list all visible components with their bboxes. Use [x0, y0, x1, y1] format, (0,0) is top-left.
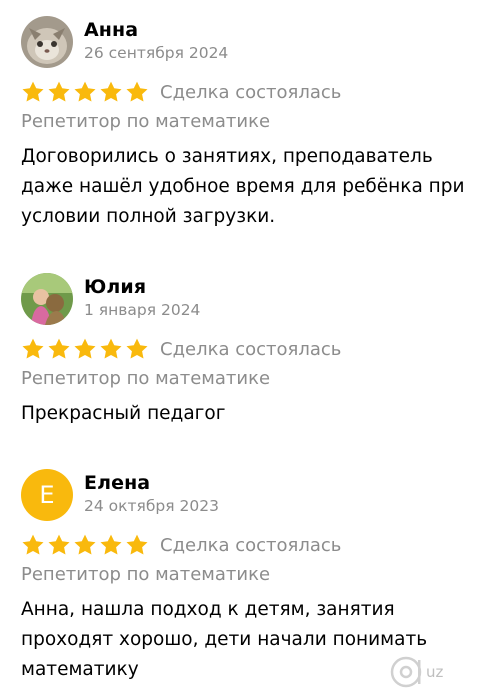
star-icon [74, 338, 96, 359]
watermark-text: uz [426, 663, 444, 681]
star-icon [126, 338, 148, 359]
avatar-letter: Е [39, 481, 55, 509]
rating-stars [21, 533, 149, 557]
star-icon [74, 534, 96, 555]
avatar[interactable] [21, 16, 73, 68]
deal-status: Сделка состоялась [160, 534, 342, 556]
deal-status: Сделка состоялась [160, 338, 342, 360]
reviewer-name: Елена [84, 472, 151, 494]
star-icon [22, 534, 44, 555]
star-icon [100, 534, 122, 555]
rating-row: Сделка состоялась [21, 78, 341, 106]
star-icon [48, 338, 70, 359]
reviewer-name: Анна [84, 19, 139, 41]
avatar[interactable]: Е [21, 469, 73, 521]
star-icon [126, 81, 148, 102]
review-text: Договорились о занятиях, преподаватель д… [21, 146, 465, 227]
deal-status: Сделка состоялась [160, 81, 342, 103]
star-icon [22, 81, 44, 102]
service-category: Репетитор по математике [21, 564, 271, 585]
rating-row: Сделка состоялась [21, 335, 341, 363]
service-category: Репетитор по математике [21, 368, 271, 389]
review-text: Прекрасный педагог [21, 403, 226, 424]
reviewer-name: Юлия [84, 276, 147, 298]
star-icon [22, 338, 44, 359]
star-icon [74, 81, 96, 102]
review-date: 26 сентября 2024 [84, 44, 229, 62]
avatar[interactable] [21, 273, 73, 325]
review-date: 1 января 2024 [84, 301, 201, 319]
star-icon [48, 534, 70, 555]
user-photo-icon [21, 273, 73, 325]
star-icon [100, 338, 122, 359]
star-icon [100, 81, 122, 102]
star-icon [126, 534, 148, 555]
watermark: uz [388, 654, 443, 690]
rating-row: Сделка состоялась [21, 531, 341, 559]
star-icon [48, 81, 70, 102]
watermark-logo-icon [390, 656, 422, 688]
rating-stars [21, 80, 149, 104]
cat-photo-icon [21, 16, 73, 68]
rating-stars [21, 337, 149, 361]
review-date: 24 октября 2023 [84, 497, 219, 515]
service-category: Репетитор по математике [21, 111, 271, 132]
